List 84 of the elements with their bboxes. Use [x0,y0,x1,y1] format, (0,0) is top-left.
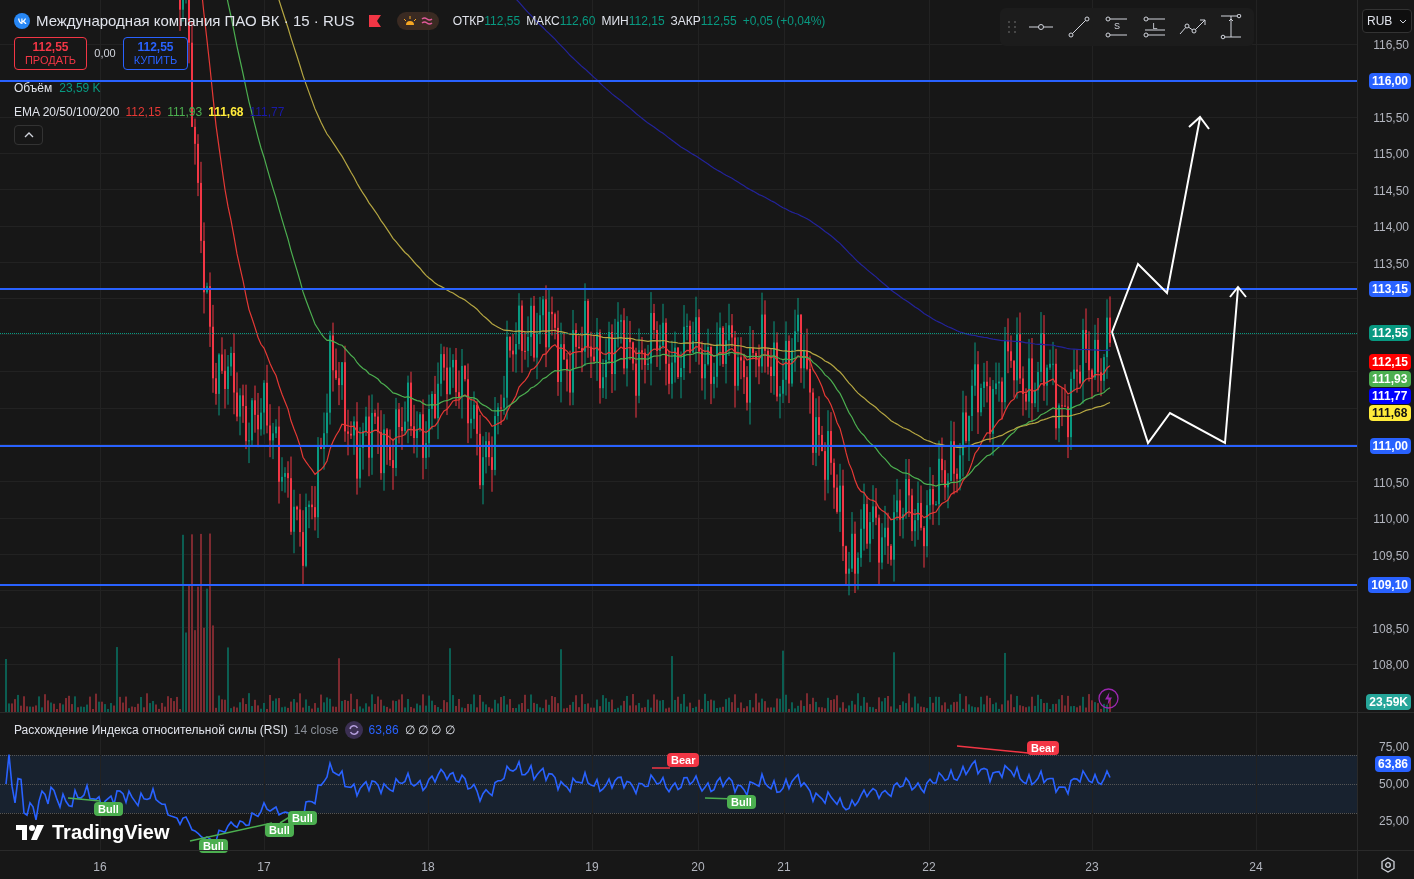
logo-icon [14,13,30,30]
rsi-extras: ∅ ∅ ∅ ∅ [404,722,455,739]
price-tick: 108,00 [1372,657,1409,673]
rsi-pane[interactable]: Bull Bull Bull Bull Bear Bull Bear Расхождение Индекса относительной силы (RSI) 14 close 63,86 ∅ ∅ ∅ ∅ TradingView [0,712,1357,850]
lightning-icon[interactable] [1098,688,1119,709]
ema-price-label: 111,93 [1368,371,1411,388]
divergence-label: Bull [288,811,317,825]
last-price-label: 112,55 [1368,324,1411,341]
price-change: +0,05 (+0,04%) [742,13,826,31]
time-label: 19 [585,859,599,876]
ohlc-value: МИН112,15 [601,13,665,31]
divergence-label: Bull [94,802,123,816]
divergence-label: Bear [1027,741,1060,755]
tradingview-logo[interactable]: TradingView [16,821,170,843]
volume-legend-value: 23,59 K [59,80,101,97]
logo-icon [16,824,46,840]
price-tick: 110,50 [1373,474,1409,491]
price-tick: 113,50 [1373,255,1409,272]
volume-label: 23,59K [1366,694,1411,710]
short-position-tool[interactable]: S [1098,10,1136,44]
position-icon [1143,16,1167,38]
time-label: 18 [421,859,435,876]
divergence-label: Bull [265,823,294,837]
price-tick: 109,50 [1372,547,1409,564]
rsi-value: 63,86 [368,722,399,739]
rsi-params: 14 close [293,722,339,739]
flag-icon [368,15,381,28]
price-tick: 110,00 [1373,511,1409,527]
price-level-label: 113,15 [1368,281,1411,298]
refresh-icon[interactable] [344,721,363,739]
rsi-title: Расхождение Индекса относительной силы (RSI) [14,722,288,739]
rsi-tick: 50,00 [1378,776,1409,792]
chevron-up-icon [23,132,34,138]
rsi-tick: 25,00 [1378,812,1409,829]
time-label: 24 [1249,859,1263,876]
position-icon [1105,16,1129,38]
ema-price-label: 111,77 [1368,388,1411,405]
volume-legend-label: Объём [14,80,53,97]
buy-button[interactable]: 112,55 КУПИТЬ [123,37,188,70]
ema-value: 112,15 [125,104,162,121]
divergence-label: Bull [727,795,756,809]
price-range-icon [1220,14,1242,40]
trend-line-icon [1068,16,1090,38]
time-label: 17 [257,859,271,876]
sell-button[interactable]: 112,55 ПРОДАТЬ [14,37,87,70]
wave-icon [420,16,433,27]
ema-legend-label: EMA 20/50/100/200 [14,104,120,121]
price-level-label: 116,00 [1368,73,1411,89]
price-tick: 114,00 [1373,219,1409,235]
time-label: 16 [93,859,107,876]
long-position-tool[interactable]: L [1136,10,1174,44]
horizontal-line[interactable] [0,583,1357,586]
price-tick: 115,50 [1373,109,1409,126]
horizontal-line[interactable] [0,288,1357,291]
price-tick: 108,50 [1372,620,1409,637]
price-level-label: 111,00 [1369,438,1411,454]
price-tick: 114,50 [1373,182,1409,199]
price-tick: 115,00 [1373,146,1409,162]
ohlc-value: МАКС112,60 [526,13,596,31]
currency-dropdown[interactable]: RUB [1362,9,1412,33]
time-label: 21 [777,859,791,876]
time-label: 23 [1085,859,1099,876]
rsi-value-label: 63,86 [1374,755,1411,772]
collapse-button[interactable] [14,125,43,145]
divergence-label: Bull [199,839,228,853]
settings-icon[interactable] [1380,857,1396,873]
ohlc-value: ОТКР112,55 [452,13,521,31]
horizontal-line-icon [1029,22,1053,32]
divergence-line [67,797,101,802]
ohlc-value: ЗАКР112,55 [670,13,737,31]
ema-price-label: 112,15 [1368,354,1411,371]
time-label: 22 [922,859,936,876]
spread-value: 0,00 [93,46,117,62]
divergence-line [651,767,671,769]
chevron-down-icon [1399,18,1407,24]
rsi-tick: 75,00 [1378,739,1409,756]
divergence-label: Bear [667,753,700,767]
time-label: 20 [691,859,705,876]
drag-handle-icon[interactable] [1008,21,1016,33]
price-level-label: 109,10 [1368,576,1411,593]
price-tick: 116,50 [1373,36,1409,53]
path-icon [1179,18,1207,36]
ema-price-label: 111,68 [1368,405,1411,422]
sun-icon [402,16,417,27]
